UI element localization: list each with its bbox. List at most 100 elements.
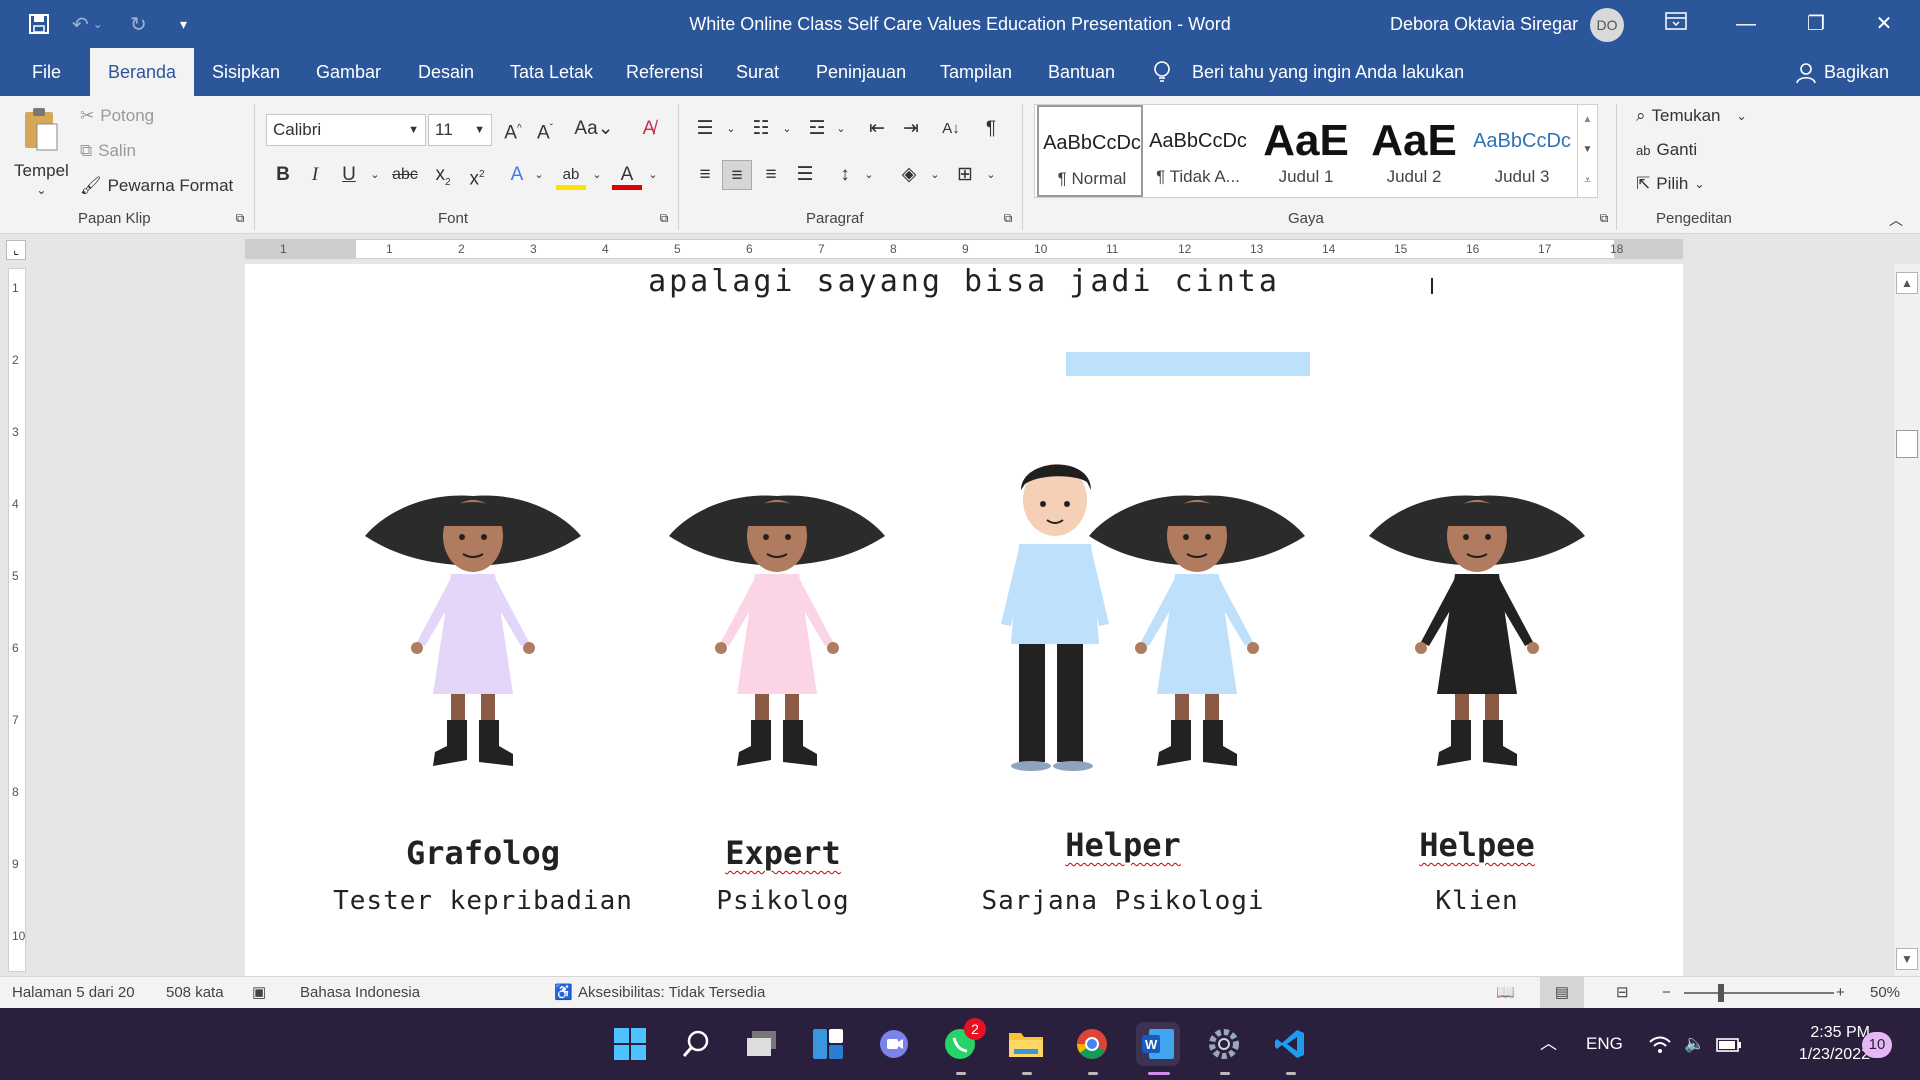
tab-view[interactable]: Tampilan: [922, 48, 1030, 96]
widgets-icon[interactable]: [806, 1022, 850, 1066]
vscode-icon[interactable]: [1268, 1022, 1312, 1066]
font-size-box[interactable]: 11 ▼: [428, 114, 492, 146]
gallery-more-icon[interactable]: ⩡: [1578, 165, 1597, 195]
italic-icon[interactable]: I: [300, 160, 330, 190]
tab-file[interactable]: File: [14, 48, 79, 96]
notification-count[interactable]: 10: [1862, 1032, 1892, 1058]
ruler-track[interactable]: 1 2 3 4 5 6 7 8 9 10: [8, 268, 26, 972]
redo-icon[interactable]: ↻: [130, 0, 147, 48]
superscript-icon[interactable]: x2: [462, 160, 492, 190]
restore-icon[interactable]: ❐: [1786, 0, 1846, 48]
wifi-icon[interactable]: [1648, 1008, 1672, 1080]
scroll-down-arrow[interactable]: ▼: [1896, 948, 1918, 970]
paste-dropdown-icon[interactable]: ⌄: [36, 183, 46, 197]
justify-icon[interactable]: ☰: [790, 160, 820, 190]
user-name[interactable]: Debora Oktavia Siregar: [1390, 0, 1578, 48]
minimize-icon[interactable]: —: [1716, 0, 1776, 48]
scroll-up-arrow[interactable]: ▲: [1896, 272, 1918, 294]
style-normal[interactable]: AaBbCcDc ¶ Normal: [1037, 105, 1143, 197]
whatsapp-icon[interactable]: 2: [938, 1018, 986, 1066]
chevron-down-icon[interactable]: ▼: [1578, 135, 1597, 165]
undo-icon[interactable]: ↶ ⌄: [72, 0, 103, 48]
tab-help[interactable]: Bantuan: [1030, 48, 1133, 96]
web-layout-icon[interactable]: ⊟: [1616, 977, 1629, 1009]
tab-references[interactable]: Referensi: [608, 48, 721, 96]
chevron-down-icon[interactable]: ⌄: [826, 114, 856, 144]
language-indicator[interactable]: Bahasa Indonesia: [300, 977, 420, 1009]
subscript-icon[interactable]: x2: [428, 160, 458, 190]
word-icon[interactable]: W: [1136, 1022, 1180, 1066]
start-icon[interactable]: [608, 1022, 652, 1066]
style-heading-2[interactable]: AaE Judul 2: [1361, 105, 1467, 197]
input-language[interactable]: ENG: [1586, 1008, 1623, 1080]
settings-icon[interactable]: [1202, 1022, 1246, 1066]
chevron-up-icon[interactable]: ▲: [1578, 105, 1597, 135]
underline-dropdown-icon[interactable]: ⌄: [360, 160, 390, 190]
chevron-down-icon[interactable]: ⌄: [582, 160, 612, 190]
tab-layout[interactable]: Tata Letak: [492, 48, 611, 96]
zoom-out-icon[interactable]: −: [1662, 977, 1671, 1009]
chevron-down-icon[interactable]: ⌄: [920, 160, 950, 190]
word-count[interactable]: 508 kata: [166, 977, 224, 1009]
show-formatting-marks-icon[interactable]: ¶: [976, 114, 1006, 144]
task-view-icon[interactable]: [740, 1022, 784, 1066]
file-explorer-icon[interactable]: [1004, 1022, 1048, 1066]
ruler-track[interactable]: 1 1 2 3 4 5 6 7 8 9 10 11 12 13 14 15 16 17 18: [245, 239, 1683, 259]
zoom-level[interactable]: 50%: [1870, 977, 1900, 1009]
zoom-slider[interactable]: [1684, 984, 1834, 1002]
select-button[interactable]: ⇱ Pilih ⌄: [1636, 174, 1704, 194]
font-launcher-icon[interactable]: ⧉: [656, 210, 672, 226]
chevron-down-icon[interactable]: ⌄: [772, 114, 802, 144]
zoom-in-icon[interactable]: +: [1836, 977, 1845, 1009]
styles-launcher-icon[interactable]: ⧉: [1596, 210, 1612, 226]
format-painter-button[interactable]: 🖌 Pewarna Format: [80, 176, 233, 196]
align-left-icon[interactable]: ≡: [690, 160, 720, 190]
document-page[interactable]: apalagi sayang bisa jadi cinta Grafolog …: [245, 264, 1683, 976]
zoom-slider-thumb[interactable]: [1718, 984, 1724, 1002]
clock[interactable]: 2:35 PM 1/23/2022: [1760, 1022, 1870, 1066]
font-name-box[interactable]: Calibri ▼: [266, 114, 426, 146]
tab-mailings[interactable]: Surat: [718, 48, 797, 96]
show-hidden-icons-icon[interactable]: ︿: [1540, 1008, 1557, 1080]
page-indicator[interactable]: Halaman 5 dari 20: [12, 977, 135, 1009]
copy-button[interactable]: ⧉ Salin: [80, 141, 136, 161]
avatar[interactable]: DO: [1590, 8, 1624, 42]
tab-home[interactable]: Beranda: [90, 48, 195, 96]
search-icon[interactable]: [674, 1022, 718, 1066]
increase-indent-icon[interactable]: ⇥: [896, 114, 926, 144]
style-heading-3[interactable]: AaBbCcDc Judul 3: [1469, 105, 1575, 197]
chevron-down-icon[interactable]: ⌄: [638, 160, 668, 190]
sort-icon[interactable]: A↓: [936, 114, 966, 144]
align-right-icon[interactable]: ≡: [756, 160, 786, 190]
align-center-icon[interactable]: ≡: [722, 160, 752, 190]
clear-formatting-icon[interactable]: A̸: [634, 114, 664, 144]
proofing-icon[interactable]: ▣: [252, 977, 266, 1009]
chevron-down-icon[interactable]: ⌄: [854, 160, 884, 190]
chrome-icon[interactable]: [1070, 1022, 1114, 1066]
chevron-down-icon[interactable]: ⌄: [524, 160, 554, 190]
paste-button[interactable]: Tempel ⌄: [14, 104, 69, 197]
share-button[interactable]: Bagikan: [1824, 48, 1889, 96]
customize-quick-access-icon[interactable]: ▾: [180, 0, 187, 48]
chevron-down-icon[interactable]: ⌄: [716, 114, 746, 144]
change-case-button[interactable]: Aa⌄: [572, 114, 616, 144]
cut-button[interactable]: ✂ Potong: [80, 106, 154, 126]
tab-insert[interactable]: Sisipkan: [194, 48, 298, 96]
ribbon-display-options-icon[interactable]: [1646, 0, 1706, 48]
strikethrough-icon[interactable]: abc: [390, 160, 420, 190]
accessibility-status[interactable]: Aksesibilitas: Tidak Tersedia: [578, 977, 765, 1009]
close-icon[interactable]: ✕: [1854, 0, 1914, 48]
chevron-down-icon[interactable]: ⌄: [976, 160, 1006, 190]
decrease-indent-icon[interactable]: ⇤: [862, 114, 892, 144]
battery-icon[interactable]: [1716, 1008, 1742, 1080]
collapse-ribbon-icon[interactable]: ︿: [1886, 210, 1906, 230]
clipboard-launcher-icon[interactable]: ⧉: [232, 210, 248, 226]
bold-icon[interactable]: B: [268, 160, 298, 190]
chat-icon[interactable]: [872, 1022, 916, 1066]
vertical-scrollbar[interactable]: ▲ ▼: [1894, 264, 1920, 976]
tab-design[interactable]: Desain: [400, 48, 492, 96]
volume-icon[interactable]: 🔈: [1684, 1008, 1705, 1080]
shrink-font-icon[interactable]: Aˇ: [530, 114, 560, 144]
tell-me-search[interactable]: Beri tahu yang ingin Anda lakukan: [1192, 48, 1464, 96]
tab-draw[interactable]: Gambar: [298, 48, 399, 96]
